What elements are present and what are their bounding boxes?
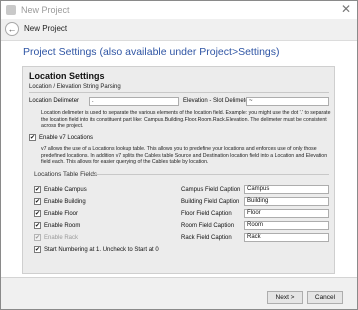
enable-rack-checkbox[interactable]: ✔ (34, 234, 41, 241)
enable-floor-label: Enable Floor (44, 211, 79, 217)
next-button[interactable]: Next > (267, 291, 303, 304)
location-delimiter-label: Location Delimeter (29, 98, 80, 104)
title-bar: New Project ✕ (1, 1, 357, 19)
start-numbering-label: Start Numbering at 1. Uncheck to Start a… (44, 247, 159, 253)
rack-caption-input[interactable]: Rack (244, 233, 329, 242)
floor-caption-input[interactable]: Floor (244, 209, 329, 218)
room-caption-input[interactable]: Room (244, 221, 329, 230)
campus-caption-label: Campus Field Caption (181, 187, 241, 193)
rack-caption-label: Rack Field Caption (181, 235, 232, 241)
enable-room-label: Enable Room (44, 223, 81, 229)
enable-v7-label: Enable v7 Locations (39, 135, 94, 141)
divider (29, 92, 329, 93)
building-caption-label: Building Field Caption (181, 199, 240, 205)
locations-table-group-title: Locations Table Fields (34, 171, 98, 178)
enable-rack-label: Enable Rack (44, 235, 79, 241)
delimiter-description: Location delimeter is used to separate t… (41, 110, 331, 130)
enable-building-label: Enable Building (44, 199, 86, 205)
footer: Next > Cancel (1, 277, 357, 309)
content-area: Project Settings (also available under P… (1, 41, 357, 277)
new-project-window: New Project ✕ ← New Project Project Sett… (0, 0, 358, 310)
toolbar: ← New Project (1, 19, 357, 41)
floor-caption-label: Floor Field Caption (181, 211, 232, 217)
location-delimiter-input[interactable]: . (89, 97, 179, 106)
elevation-delimiter-label: Elevation - Slot Delimeter (183, 98, 251, 104)
page-title: Project Settings (also available under P… (23, 46, 280, 58)
campus-caption-input[interactable]: Campus (244, 185, 329, 194)
group-divider (93, 174, 329, 175)
start-numbering-checkbox[interactable]: ✔ (34, 246, 41, 253)
enable-campus-label: Enable Campus (44, 187, 87, 193)
enable-v7-checkbox[interactable]: ✔ (29, 134, 36, 141)
enable-campus-checkbox[interactable]: ✔ (34, 186, 41, 193)
window-title: New Project (21, 5, 70, 15)
location-settings-subtitle: Location / Elevation String Parsing (29, 84, 121, 90)
location-settings-title: Location Settings (29, 71, 105, 81)
location-settings-panel: Location Settings Location / Elevation S… (22, 66, 335, 274)
app-icon (6, 5, 16, 15)
elevation-delimiter-input[interactable]: ~ (246, 97, 329, 106)
room-caption-label: Room Field Caption (181, 223, 235, 229)
v7-description: v7 allows the use of a Locations lookup … (41, 146, 328, 166)
back-arrow-icon[interactable]: ← (5, 22, 19, 36)
enable-floor-checkbox[interactable]: ✔ (34, 210, 41, 217)
toolbar-heading: New Project (24, 24, 68, 33)
building-caption-input[interactable]: Building (244, 197, 329, 206)
cancel-button[interactable]: Cancel (307, 291, 343, 304)
enable-room-checkbox[interactable]: ✔ (34, 222, 41, 229)
close-icon[interactable]: ✕ (341, 2, 351, 16)
enable-building-checkbox[interactable]: ✔ (34, 198, 41, 205)
